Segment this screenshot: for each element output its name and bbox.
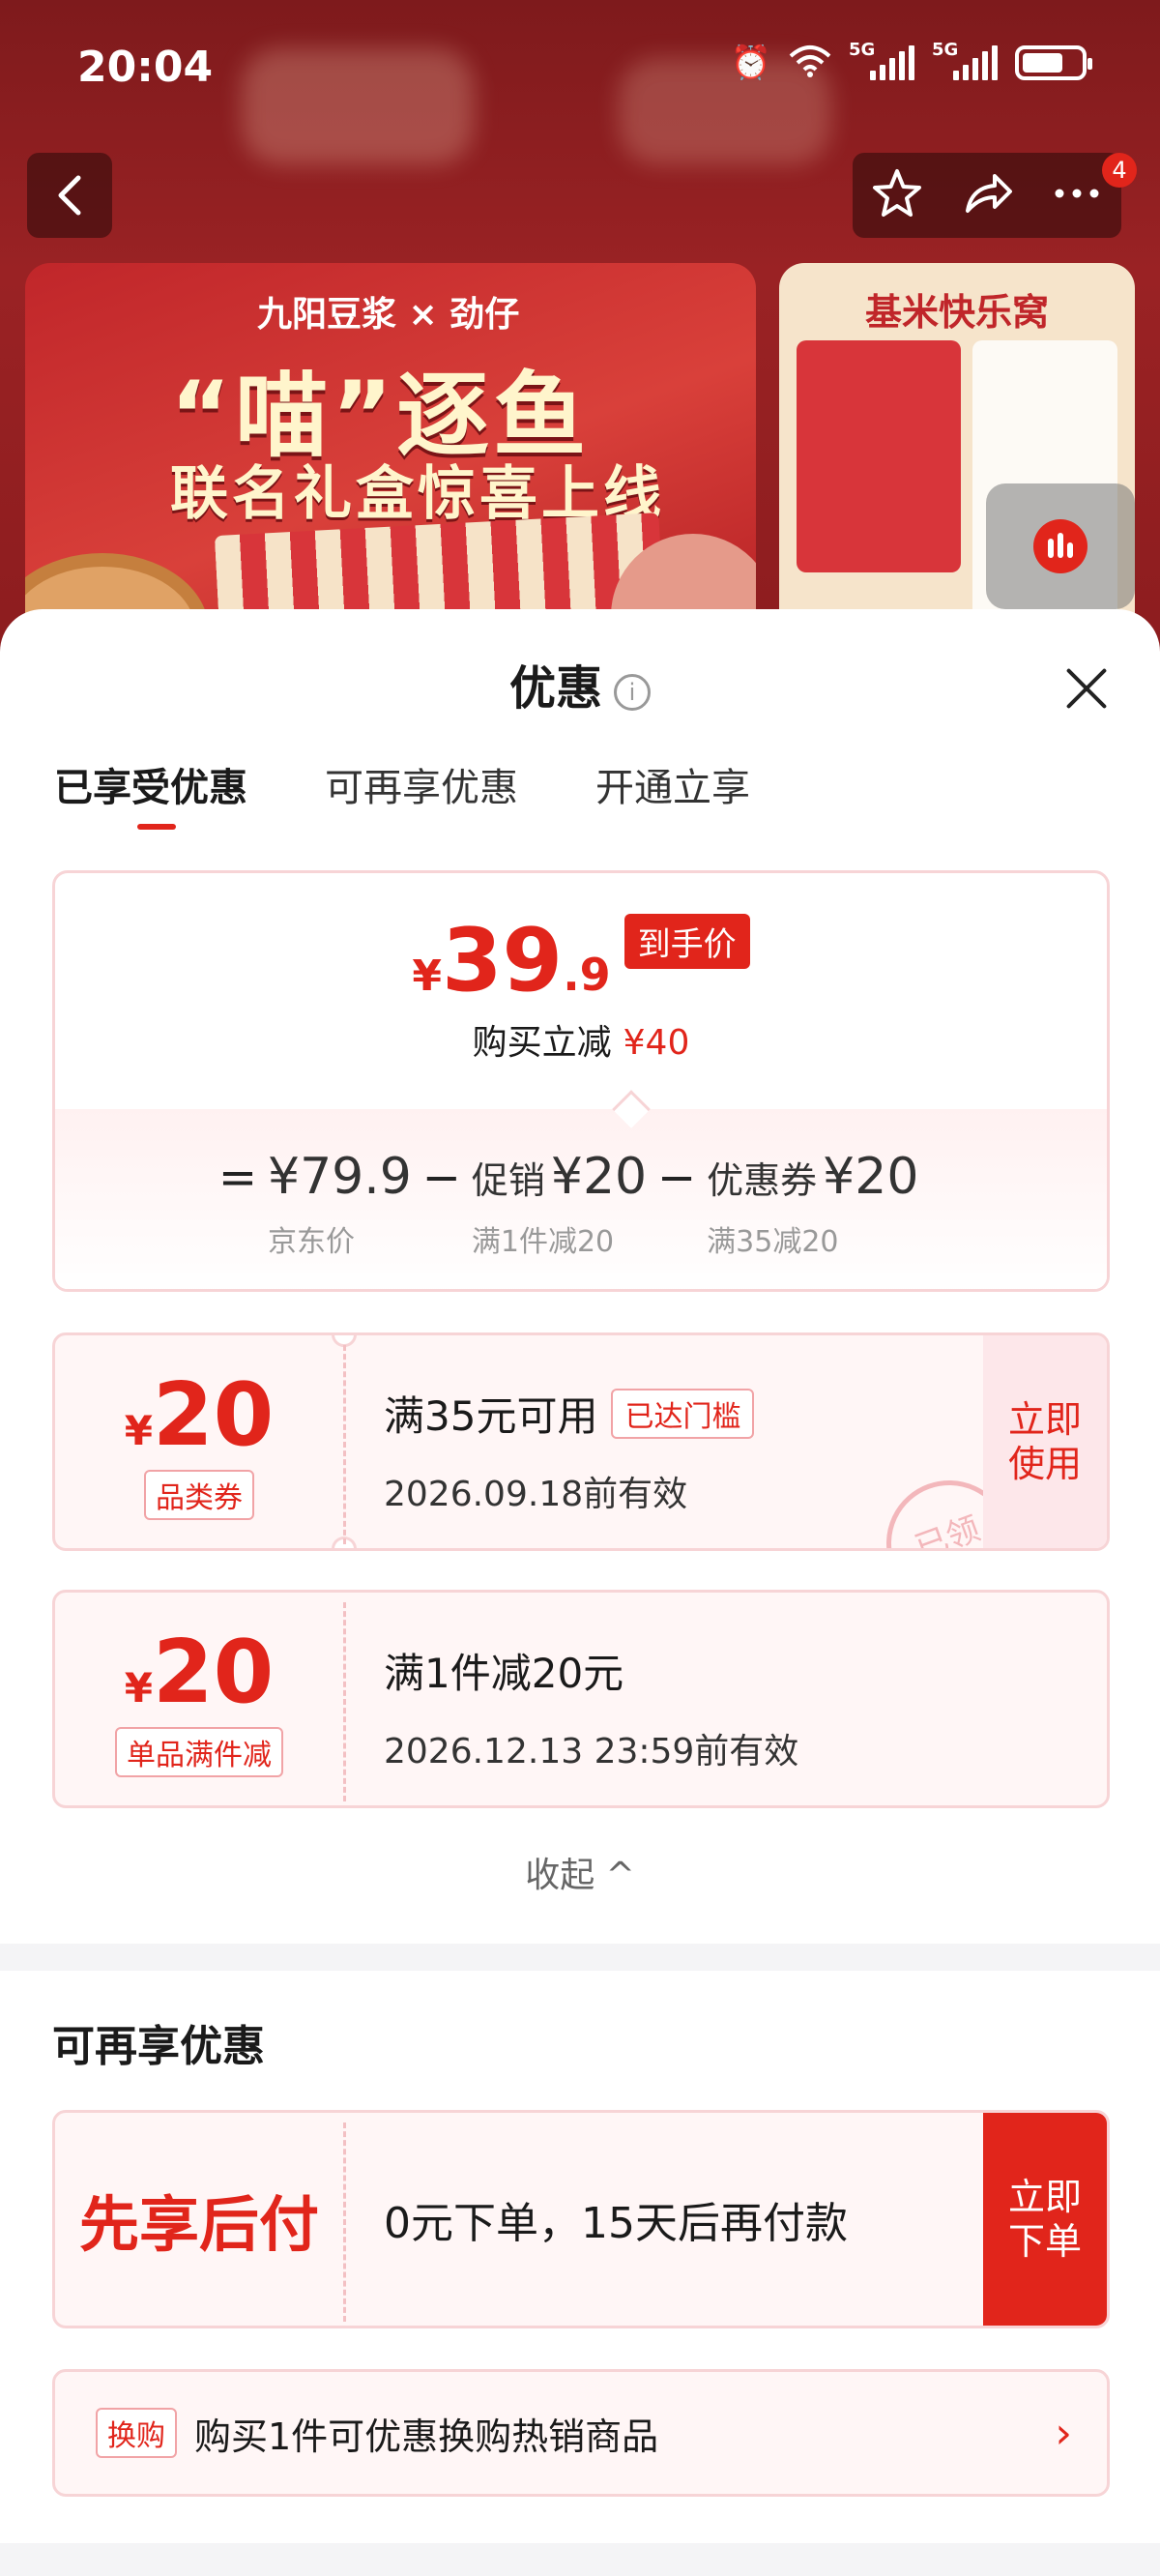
coupon-single-item: ¥20 单品满件减 满1件减20元 2026.12.13 23:59前有效 (52, 1590, 1110, 1808)
sheet-title: 优惠 i (0, 650, 1160, 717)
status-time: 20:04 (77, 43, 214, 92)
tab-enjoyed[interactable]: 已享受优惠 (54, 756, 247, 830)
banner-brand: 九阳豆浆 × 劲仔 (257, 295, 520, 335)
base-price: ¥79.9 京东价 (268, 1148, 412, 1259)
chevron-right-icon: › (1055, 2409, 1072, 2458)
final-price-tag: 到手价 (624, 914, 750, 969)
share-icon[interactable] (960, 166, 1014, 224)
final-price: ¥39.9到手价 (55, 910, 1107, 1011)
promo-discount: 促销 ¥20 满1件减20 (471, 1148, 648, 1259)
chart-bars-icon (1033, 519, 1088, 573)
use-now-button[interactable]: 立即使用 (983, 1335, 1107, 1548)
threshold-met-badge: 已达门槛 (611, 1388, 755, 1439)
favorite-star-icon[interactable] (870, 166, 924, 224)
wifi-icon (789, 44, 831, 81)
coupon-condition: 满35元可用 (384, 1392, 598, 1440)
coupon-discount: 优惠券 ¥20 满35减20 (707, 1148, 919, 1259)
trade-in-tag: 换购 (96, 2408, 177, 2458)
chevron-left-icon (58, 175, 81, 216)
signal-icon-2: 5G (932, 40, 998, 80)
signal-icon-1: 5G (849, 40, 914, 80)
back-button[interactable] (27, 153, 112, 238)
floating-action-button[interactable] (986, 483, 1135, 609)
side-banner-panel (797, 340, 961, 572)
tab-open-to-enjoy[interactable]: 开通立享 (595, 756, 750, 812)
pay-later-desc: 0元下单，15天后再付款 (384, 2199, 848, 2248)
message-count-badge: 4 (1102, 153, 1137, 188)
trade-in-text: 购买1件可优惠换购热销商品 (194, 2415, 659, 2458)
order-now-button[interactable]: 立即下单 (983, 2113, 1107, 2326)
product-banner-main[interactable]: 九阳豆浆 × 劲仔 “喵”逐鱼 联名礼盒惊喜上线 (25, 263, 756, 650)
coupon-validity: 2026.12.13 23:59前有效 (384, 1732, 799, 1771)
info-icon[interactable]: i (614, 674, 651, 711)
coupon-kind: 品类券 (144, 1469, 254, 1520)
battery-icon (1015, 45, 1092, 80)
discount-tabs: 已享受优惠 可再享优惠 开通立享 (54, 756, 750, 830)
pay-later-label: 先享后付 (78, 2189, 319, 2260)
collapse-button[interactable]: 收起 ^ (0, 1847, 1160, 1897)
instant-discount: 购买立减 ¥40 (472, 1023, 690, 1063)
tab-more-available[interactable]: 可再享优惠 (325, 756, 518, 812)
final-price-card: ¥39.9到手价 购买立减 ¥40 = ¥79.9 京东价 − 促销 ¥20 满1件… (52, 870, 1110, 1292)
header-actions (853, 153, 1121, 238)
coupon-amount: ¥20 (124, 1363, 275, 1466)
side-banner-title: 基米快乐窝 (864, 291, 1049, 334)
coupon-amount: ¥20 (124, 1621, 275, 1723)
pay-later-card: 先享后付 0元下单，15天后再付款 立即下单 (52, 2110, 1110, 2328)
status-icons: ⏰ 5G 5G (730, 40, 1092, 82)
sheet-title-text: 优惠 (508, 661, 602, 716)
alarm-icon: ⏰ (730, 44, 771, 82)
more-icon[interactable] (1050, 166, 1104, 224)
close-button[interactable] (1059, 661, 1114, 716)
section-separator (0, 1944, 1160, 1971)
more-discounts-title: 可再享优惠 (52, 2022, 265, 2071)
status-bar: 20:04 ⏰ 5G 5G (0, 0, 1160, 135)
coupon-category: ¥20 品类券 满35元可用 已达门槛 2026.09.18前有效 已领 立即使用 (52, 1332, 1110, 1551)
price-formula: = ¥79.9 京东价 − 促销 ¥20 满1件减20 − 优惠券 ¥20 满35减… (218, 1148, 919, 1259)
coupon-condition: 满1件减20元 (384, 1650, 624, 1697)
discount-sheet: 优惠 i 已享受优惠 可再享优惠 开通立享 ¥39.9到手价 购买立减 ¥40 = … (0, 609, 1160, 2576)
trade-in-row[interactable]: 换购 购买1件可优惠换购热销商品 › (52, 2369, 1110, 2497)
coupon-kind: 单品满件减 (115, 1726, 283, 1777)
coupon-validity: 2026.09.18前有效 (384, 1475, 688, 1514)
